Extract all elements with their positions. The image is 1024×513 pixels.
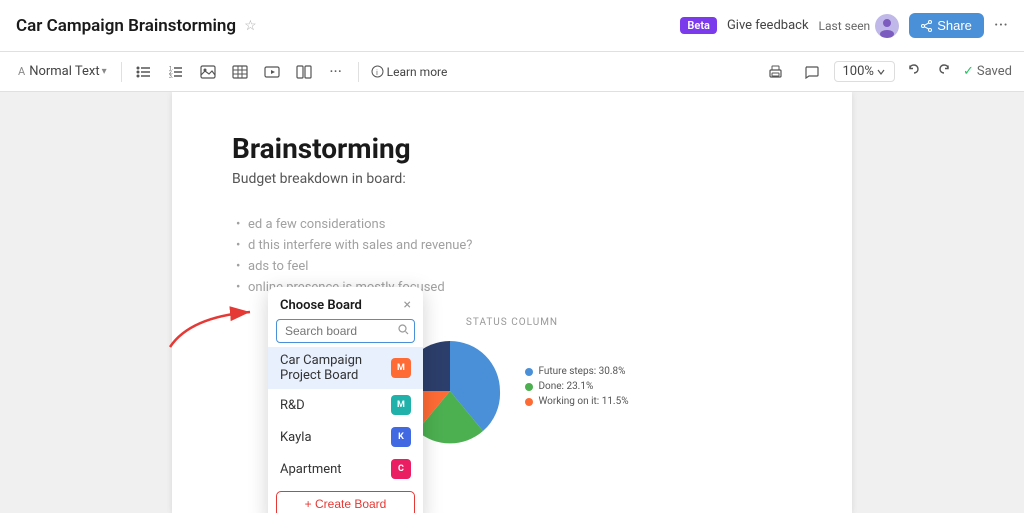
doc-body-item-3: ads to feel [232, 259, 792, 274]
search-box [276, 319, 415, 343]
toolbar-divider-1 [121, 62, 122, 82]
left-margin [0, 92, 172, 513]
chart-legend: Future steps: 30.8% Done: 23.1% Working … [525, 366, 628, 407]
toolbar-divider-2 [358, 62, 359, 82]
star-icon[interactable]: ☆ [244, 18, 257, 34]
last-seen: Last seen [819, 14, 900, 38]
svg-text:i: i [376, 69, 378, 77]
beta-badge: Beta [680, 17, 717, 34]
board-item-1[interactable]: R&D M [268, 389, 423, 421]
share-icon [921, 20, 933, 32]
board-item-name-0: Car Campaign Project Board [280, 353, 391, 383]
doc-body-content: ed a few considerations d this interfere… [232, 217, 792, 297]
board-item-0[interactable]: Car Campaign Project Board M [268, 347, 423, 389]
choose-board-dialog: Choose Board × Car Campaign Project Boar… [268, 287, 423, 513]
comment-icon[interactable] [798, 58, 826, 86]
bullet-list-icon[interactable] [130, 58, 158, 86]
columns-icon[interactable] [290, 58, 318, 86]
svg-text:3.: 3. [169, 74, 173, 79]
feedback-button[interactable]: Give feedback [727, 18, 809, 33]
topbar-right: Beta Give feedback Last seen Share ··· [680, 13, 1008, 38]
legend-item-1: Done: 23.1% [525, 381, 628, 392]
create-board-button[interactable]: + Create Board [276, 491, 415, 513]
search-board-input[interactable] [276, 319, 415, 343]
info-icon: i [371, 65, 384, 78]
legend-item-0: Future steps: 30.8% [525, 366, 628, 377]
board-item-name-2: Kayla [280, 430, 391, 445]
legend-dot-2 [525, 398, 533, 406]
print-icon[interactable] [762, 58, 790, 86]
text-style-selector[interactable]: A Normal Text ▾ [12, 61, 113, 82]
dialog-header: Choose Board × [268, 287, 423, 319]
board-item-3[interactable]: Apartment C [268, 453, 423, 485]
dialog-title: Choose Board [280, 298, 362, 313]
legend-dot-1 [525, 383, 533, 391]
right-margin [852, 92, 1024, 513]
more-toolbar-icon[interactable]: ··· [322, 58, 350, 86]
doc-body-item-2: d this interfere with sales and revenue? [232, 238, 792, 253]
board-item-name-3: Apartment [280, 462, 391, 477]
board-item-name-1: R&D [280, 398, 391, 413]
board-item-2[interactable]: Kayla K [268, 421, 423, 453]
share-button[interactable]: Share [909, 13, 984, 38]
more-options-button[interactable]: ··· [994, 15, 1008, 36]
search-icon [398, 324, 409, 338]
table-icon[interactable] [226, 58, 254, 86]
saved-status: ✓ Saved [963, 64, 1012, 79]
doc-subtext: Budget breakdown in board: [232, 171, 792, 187]
doc-heading: Brainstorming [232, 132, 792, 165]
media-icon[interactable] [258, 58, 286, 86]
toolbar-right: 100% ✓ Saved [762, 58, 1013, 86]
learn-more-link[interactable]: i Learn more [367, 58, 452, 86]
undo-button[interactable] [903, 59, 925, 85]
board-avatar-2: K [391, 427, 411, 447]
board-list: Car Campaign Project Board M R&D M Kayla… [268, 347, 423, 485]
avatar [875, 14, 899, 38]
legend-dot-0 [525, 368, 533, 376]
legend-item-2: Working on it: 11.5% [525, 396, 628, 407]
image-icon[interactable] [194, 58, 222, 86]
doc-title: Car Campaign Brainstorming [16, 16, 236, 36]
topbar-left: Car Campaign Brainstorming ☆ [16, 16, 257, 36]
topbar: Car Campaign Brainstorming ☆ Beta Give f… [0, 0, 1024, 52]
zoom-control[interactable]: 100% [834, 61, 895, 82]
board-avatar-1: M [391, 395, 411, 415]
zoom-chevron-icon [876, 68, 886, 76]
doc-body-item-1: ed a few considerations [232, 217, 792, 232]
toolbar: A Normal Text ▾ 1.2.3. ··· i Learn more … [0, 52, 1024, 92]
board-avatar-3: C [391, 459, 411, 479]
numbered-list-icon[interactable]: 1.2.3. [162, 58, 190, 86]
board-avatar-0: M [391, 358, 411, 378]
dialog-close-button[interactable]: × [404, 297, 411, 313]
main-area: Brainstorming Budget breakdown in board:… [0, 92, 1024, 513]
redo-button[interactable] [933, 59, 955, 85]
